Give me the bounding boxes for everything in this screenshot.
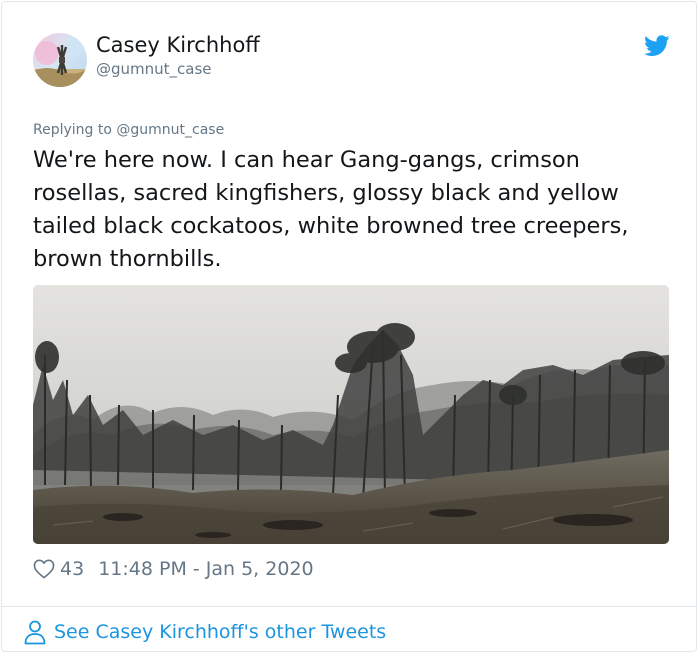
replying-to[interactable]: Replying to @gumnut_case — [33, 122, 224, 138]
avatar-image — [33, 33, 87, 87]
author-name[interactable]: Casey Kirchhoff — [96, 33, 260, 57]
footer-divider — [2, 606, 696, 607]
person-icon — [23, 619, 47, 645]
see-other-tweets-label[interactable]: See Casey Kirchhoff's other Tweets — [54, 621, 386, 643]
like-count[interactable]: 43 — [60, 558, 84, 580]
author-avatar[interactable] — [33, 33, 87, 87]
heart-icon[interactable] — [33, 559, 55, 579]
tweet-card: Casey Kirchhoff @gumnut_case Replying to… — [1, 1, 697, 652]
author-handle[interactable]: @gumnut_case — [96, 60, 212, 78]
tweet-meta: 43 11:48 PM - Jan 5, 2020 — [33, 556, 314, 582]
tweet-photo[interactable] — [33, 285, 669, 544]
see-other-tweets-link[interactable]: See Casey Kirchhoff's other Tweets — [23, 619, 386, 645]
tweet-timestamp[interactable]: 11:48 PM - Jan 5, 2020 — [98, 558, 313, 580]
twitter-bird-icon[interactable] — [644, 35, 670, 57]
twitter-bird-glyph — [644, 35, 670, 56]
tweet-text: We're here now. I can hear Gang-gangs, c… — [33, 147, 629, 272]
heart-glyph — [33, 559, 55, 579]
burnt-forest-image — [33, 285, 669, 544]
person-glyph — [24, 620, 46, 645]
